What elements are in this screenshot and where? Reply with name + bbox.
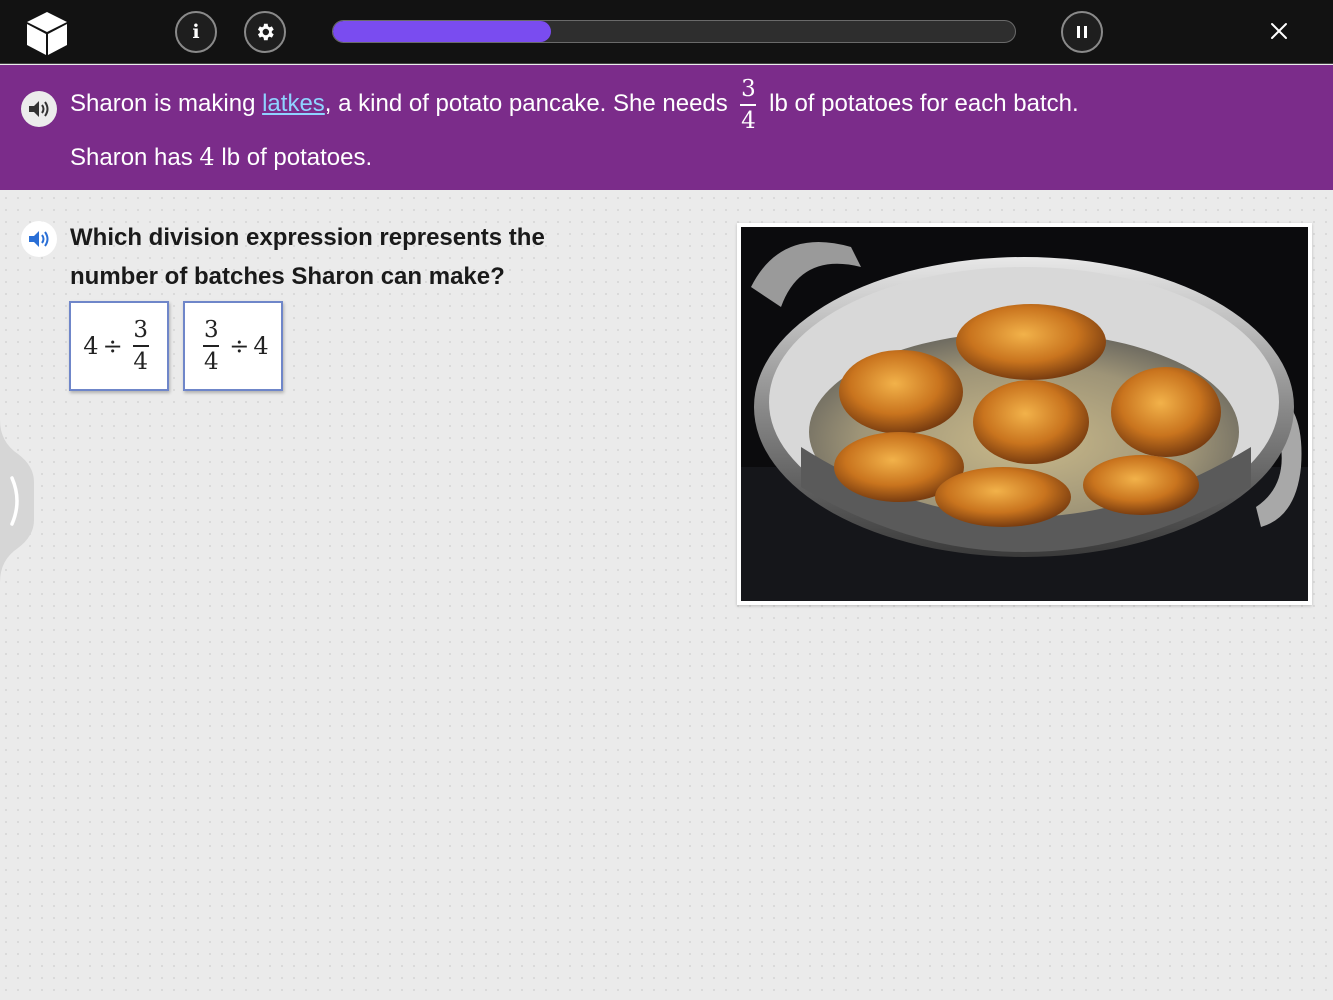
gear-icon [257,23,274,41]
fraction-three-fourths: 34 [740,76,757,134]
problem-line2-part1: Sharon has [70,143,200,171]
speaker-icon [29,101,49,117]
glossary-link-latkes[interactable]: latkes [262,90,325,117]
question-text: Which division expression represents the… [70,224,545,290]
problem-banner: Sharon is making latkes, a kind of potat… [0,65,1333,190]
problem-text-part1: Sharon is making [70,90,263,118]
problem-line2-part2: lb of potatoes. [214,143,373,171]
latkes-pan-image [741,227,1308,601]
speaker-icon [29,231,49,247]
answer-choice-4-div-three-fourths[interactable]: 4 ÷ 3 4 [69,301,169,391]
fraction-denominator: 4 [133,348,148,375]
close-icon [1271,23,1287,39]
settings-button[interactable] [244,11,286,53]
cube-logo-icon[interactable] [24,10,70,56]
fraction-denominator: 4 [203,348,219,375]
fraction-numerator: 3 [133,317,148,344]
fraction-numerator: 3 [203,317,219,344]
side-panel-tab[interactable] [0,420,34,582]
info-button[interactable]: i [175,11,217,53]
problem-text: Sharon is making latkes, a kind of potat… [70,77,1310,182]
divide-sign: ÷ [102,332,123,360]
pause-icon [1077,26,1087,38]
choice-trail-number: 4 [253,332,269,360]
problem-text-part2: , a kind of potato pancake. She needs [324,90,735,118]
close-button[interactable] [1264,16,1294,46]
fraction-numerator: 3 [741,76,756,102]
info-icon: i [192,21,200,43]
banner-speaker-button[interactable] [21,91,57,127]
choice-lead-number: 4 [83,332,99,360]
choice-fraction: 3 4 [132,317,149,375]
choice-fraction: 3 4 [203,317,220,375]
fraction-denominator: 4 [741,107,756,134]
progress-fill [333,21,552,42]
problem-text-part3: lb of potatoes for each batch. [762,90,1079,118]
latkes-photo [737,223,1312,605]
divide-sign: ÷ [229,332,250,360]
question-speaker-button[interactable] [21,221,57,257]
problem-line2-number: 4 [199,142,215,171]
pause-button[interactable] [1061,11,1103,53]
answer-choice-three-fourths-div-4[interactable]: 3 4 ÷ 4 [183,301,283,391]
progress-bar [332,20,1016,43]
top-bar: i [0,0,1333,64]
